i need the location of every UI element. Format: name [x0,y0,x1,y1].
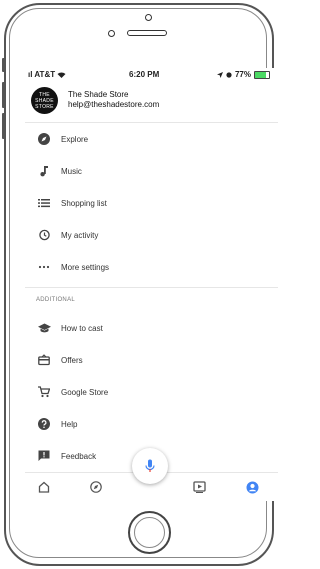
proximity-sensor [145,14,152,21]
menu-item-label: More settings [61,262,110,272]
graduation-cap-icon [37,321,51,335]
more-horizontal-icon [37,260,51,274]
feedback-icon [37,449,51,463]
battery-fill [255,71,266,78]
avatar-line-3: STORE [35,103,54,110]
carrier-label: ıl AT&T [28,70,66,79]
menu-item-explore[interactable]: Explore [25,123,278,155]
menu-item-label: Help [61,419,78,429]
drawer-menu: Explore Music Shopping list My activity … [25,123,278,472]
help-icon [37,417,51,431]
menu-item-label: Shopping list [61,198,107,208]
menu-item-music[interactable]: Music [25,155,278,187]
menu-item-label: Feedback [61,451,97,461]
history-icon [37,228,51,242]
compass-filled-icon [37,132,51,146]
menu-item-my-activity[interactable]: My activity [25,219,278,251]
offers-icon [37,353,51,367]
menu-item-more-settings[interactable]: More settings [25,251,278,283]
section-header-additional: ADDITIONAL [36,297,76,303]
menu-item-label: Offers [61,355,83,365]
shopping-cart-icon [37,385,51,399]
menu-item-shopping-list[interactable]: Shopping list [25,187,278,219]
volume-up-button [2,82,5,108]
account-header[interactable]: THE SHADE STORE The Shade Store help@the… [25,82,278,123]
account-name: The Shade Store [68,90,129,99]
battery-percent: 77% [234,70,251,79]
menu-item-label: Google Store [61,387,109,397]
battery-icon [254,70,270,79]
mute-switch [2,58,5,72]
account-avatar: THE SHADE STORE [31,87,58,114]
account-email: help@theshadestore.com [68,100,160,109]
menu-item-label: My activity [61,230,99,240]
app-screen: ıl AT&T 6:20 PM 77% THE SHADE STORE The … [25,68,278,501]
wifi-icon [57,72,66,78]
status-bar: ıl AT&T 6:20 PM 77% [25,68,278,82]
menu-item-label: Music [61,166,82,176]
status-right: 77% [216,70,270,79]
microphone-icon [145,459,155,472]
list-icon [37,196,51,210]
earpiece-speaker [127,30,167,36]
explore-icon[interactable] [89,480,103,494]
account-icon[interactable] [245,480,259,494]
location-arrow-icon [216,71,223,78]
menu-item-google-store[interactable]: Google Store [25,376,278,408]
assistant-mic-button[interactable] [132,448,168,484]
home-icon[interactable] [37,480,51,494]
menu-item-help[interactable]: Help [25,408,278,440]
menu-item-label: Explore [61,134,89,144]
updates-icon[interactable] [192,480,206,494]
front-camera [108,30,115,37]
menu-item-label: How to cast [61,323,103,333]
status-time: 6:20 PM [129,70,160,79]
home-button[interactable] [128,511,171,554]
alarm-icon [226,71,232,78]
volume-down-button [2,113,5,139]
music-note-icon [37,164,51,178]
menu-item-how-to-cast[interactable]: How to cast [25,312,278,344]
menu-item-offers[interactable]: Offers [25,344,278,376]
